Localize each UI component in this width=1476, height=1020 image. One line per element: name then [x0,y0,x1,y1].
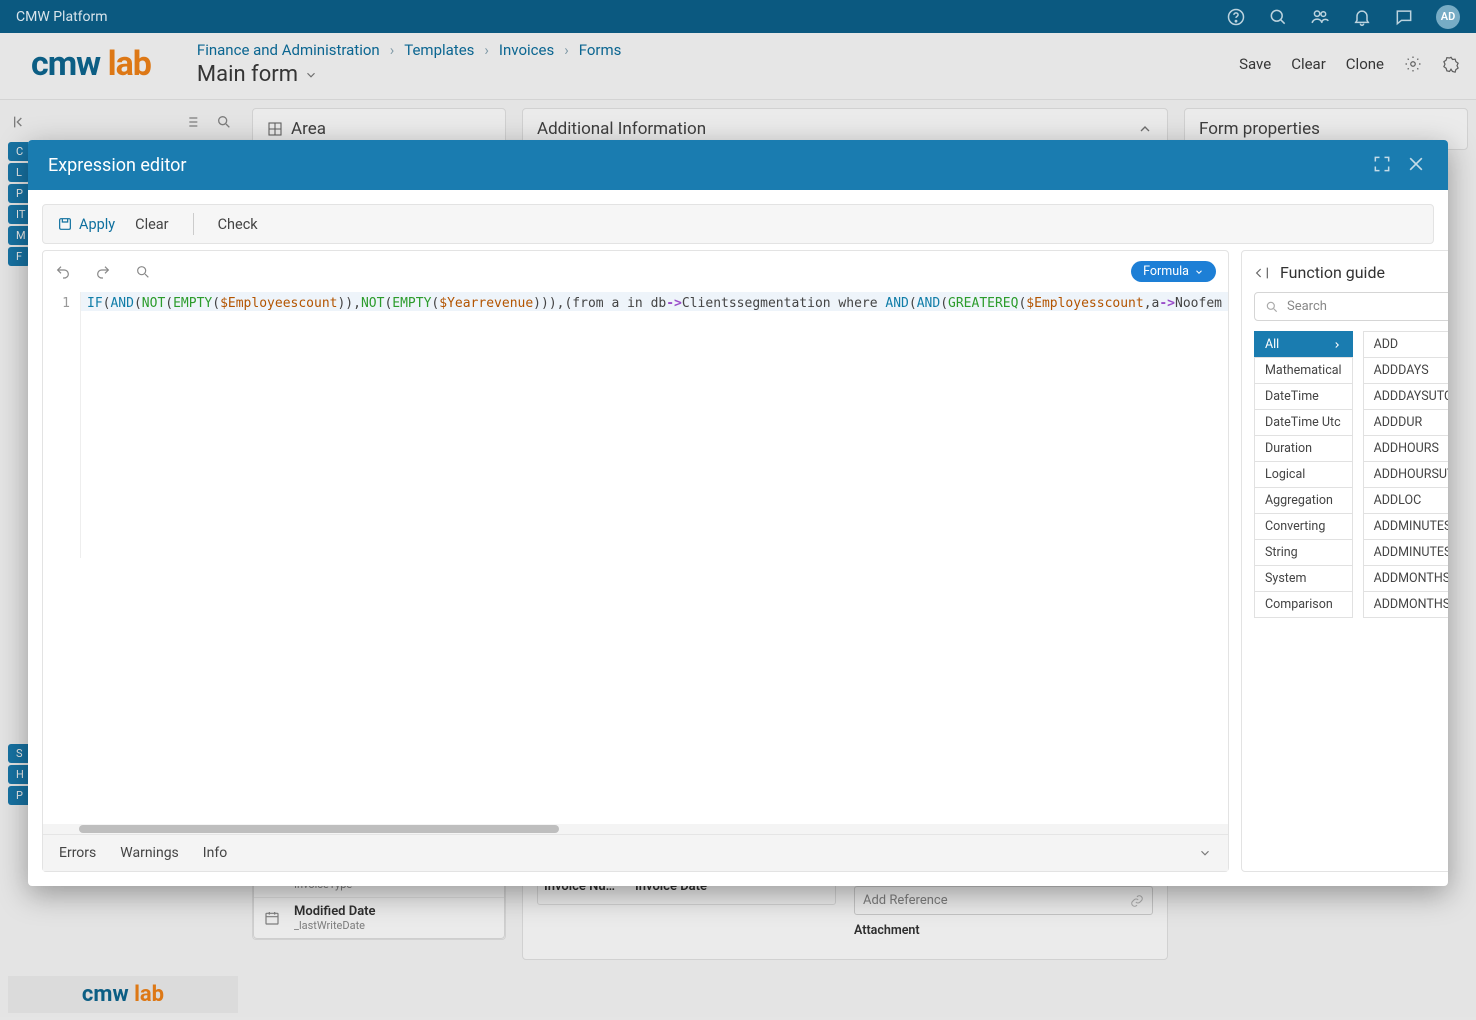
category-item[interactable]: Logical [1254,461,1353,487]
function-guide-pane: Function guide Search AllMathematicalDat… [1241,250,1448,872]
function-item[interactable]: ADDHOURSUTC [1363,461,1448,487]
function-item[interactable]: ADDMINUTES [1363,513,1448,539]
modal-toolbar: Apply Clear Check [42,204,1434,244]
line-number: 1 [43,292,81,558]
topbar: CMW Platform AD [0,0,1476,33]
function-item[interactable]: ADDLOC [1363,487,1448,513]
expand-icon[interactable] [1254,265,1270,281]
info-tab[interactable]: Info [203,845,227,861]
app-name: CMW Platform [16,9,1226,25]
category-item[interactable]: DateTime [1254,383,1353,409]
chevron-down-icon[interactable] [1198,846,1212,860]
function-item[interactable]: ADDDAYS [1363,357,1448,383]
bell-icon[interactable] [1352,7,1372,27]
category-item[interactable]: Aggregation [1254,487,1353,513]
guide-title: Function guide [1280,263,1385,282]
category-item[interactable]: System [1254,565,1353,591]
category-item[interactable]: All [1254,331,1353,357]
formula-dropdown[interactable]: Formula [1131,261,1216,282]
search-icon[interactable] [135,264,151,280]
undo-icon[interactable] [55,264,71,280]
horizontal-scrollbar[interactable] [43,824,1228,834]
function-item[interactable]: ADD [1363,331,1448,357]
editor-pane: Formula 1 IF(AND(NOT(EMPTY($Employeescou… [42,250,1229,872]
separator [193,213,194,235]
close-icon[interactable] [1406,154,1428,176]
maximize-icon[interactable] [1372,154,1394,176]
function-item[interactable]: ADDMINUTESUTC [1363,539,1448,565]
check-button[interactable]: Check [218,216,258,233]
category-item[interactable]: Converting [1254,513,1353,539]
search-icon[interactable] [1268,7,1288,27]
category-item[interactable]: String [1254,539,1353,565]
apply-button[interactable]: Apply [57,216,115,233]
category-item[interactable]: DateTime Utc [1254,409,1353,435]
expression-editor-modal: Expression editor Apply Clear Check Form… [28,140,1448,886]
category-list: AllMathematicalDateTimeDateTime UtcDurat… [1254,331,1353,859]
redo-icon[interactable] [95,264,111,280]
clear-button[interactable]: Clear [135,216,168,233]
warnings-tab[interactable]: Warnings [120,845,179,861]
function-item[interactable]: ADDMONTHSUTC [1363,591,1448,618]
function-item[interactable]: ADDMONTHS [1363,565,1448,591]
function-search-input[interactable]: Search [1254,292,1448,321]
errors-tab[interactable]: Errors [59,845,96,861]
code-editor[interactable]: 1 IF(AND(NOT(EMPTY($Employeescount)),NOT… [43,292,1228,558]
chat-icon[interactable] [1394,7,1414,27]
function-item[interactable]: ADDHOURS [1363,435,1448,461]
category-item[interactable]: Mathematical [1254,357,1353,383]
category-item[interactable]: Duration [1254,435,1353,461]
users-icon[interactable] [1310,7,1330,27]
function-item[interactable]: ADDDAYSUTC [1363,383,1448,409]
help-icon[interactable] [1226,7,1246,27]
code-line[interactable]: IF(AND(NOT(EMPTY($Employeescount)),NOT(E… [81,292,1228,311]
function-list: ADDADDDAYSADDDAYSUTCADDDURADDHOURSADDHOU… [1363,331,1448,859]
modal-title: Expression editor [48,155,1360,176]
avatar[interactable]: AD [1436,5,1460,29]
category-item[interactable]: Comparison [1254,591,1353,618]
function-item[interactable]: ADDDUR [1363,409,1448,435]
